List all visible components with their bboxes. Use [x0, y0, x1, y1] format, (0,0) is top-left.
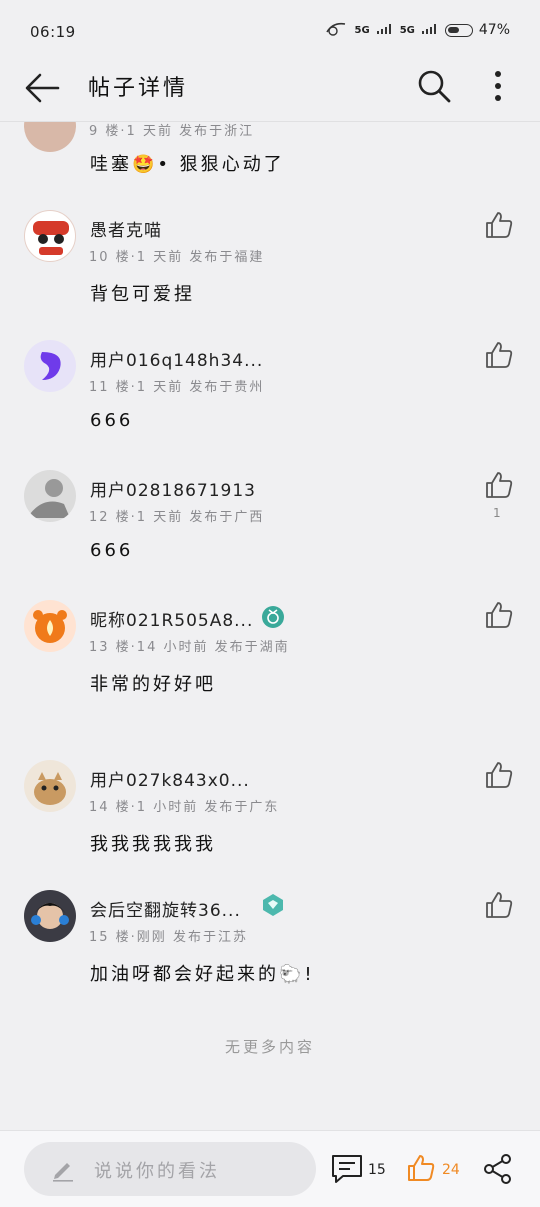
comment-meta: 14 楼·1 小时前 发布于广东 — [89, 800, 280, 815]
username[interactable]: 用户02818671913 — [90, 476, 256, 501]
like-count: 1 — [493, 506, 501, 520]
avatar[interactable] — [24, 760, 76, 812]
comment-item: 用户016q148h34... 11 楼·1 天前 发布于贵州 666 — [0, 338, 540, 448]
comment-text: 666 — [90, 540, 134, 561]
back-arrow-icon[interactable] — [24, 70, 60, 106]
network-type-1: 5G — [354, 24, 370, 36]
bottom-action-bar: 说说你的看法 15 24 — [0, 1130, 540, 1207]
signal-bars-icon-2 — [421, 21, 439, 39]
network-type-2: 5G — [399, 24, 415, 36]
signal-bars-icon — [376, 21, 394, 39]
page-title: 帖子详情 — [88, 76, 189, 101]
comment-list[interactable]: 9 楼·1 天前 发布于浙江 哇塞🤩• 狠狠心动了 愚者克喵 10 楼·1 天前… — [0, 122, 540, 1130]
avatar[interactable] — [24, 122, 76, 152]
diamond-badge-icon — [261, 893, 285, 917]
avatar[interactable] — [24, 470, 76, 522]
no-more-content: 无更多内容 — [224, 1038, 315, 1056]
more-options-icon[interactable] — [484, 68, 512, 104]
thumbs-up-icon[interactable] — [484, 340, 514, 370]
thumbs-up-icon[interactable] — [484, 890, 514, 920]
comment-meta: 13 楼·14 小时前 发布于湖南 — [89, 640, 290, 655]
thumbs-up-icon[interactable] — [484, 210, 514, 240]
battery-percent: 47% — [478, 22, 510, 38]
comment-item: 9 楼·1 天前 发布于浙江 哇塞🤩• 狠狠心动了 — [0, 122, 540, 182]
thumbs-up-icon[interactable] — [484, 760, 514, 790]
status-icons: 5G 5G 47% — [325, 20, 510, 40]
share-icon[interactable] — [482, 1153, 514, 1189]
comment-item: 昵称021R505A8... 13 楼·14 小时前 发布于湖南 非常的好好吧 — [0, 598, 540, 708]
thumbs-up-icon[interactable] — [484, 470, 514, 500]
avatar[interactable] — [24, 890, 76, 942]
avatar[interactable] — [24, 210, 76, 262]
header-bar: 帖子详情 — [0, 60, 540, 122]
medal-badge-icon — [261, 605, 285, 629]
comment-text: 加油呀都会好起来的🐑! — [90, 964, 315, 985]
post-like-icon[interactable] — [406, 1153, 436, 1187]
comment-text: 哇塞🤩• 狠狠心动了 — [90, 154, 285, 175]
search-icon[interactable] — [416, 68, 452, 104]
comment-text: 背包可爱捏 — [90, 284, 195, 305]
avatar[interactable] — [24, 340, 76, 392]
battery-icon — [444, 23, 473, 37]
username[interactable]: 会后空翻旋转36... — [90, 896, 241, 921]
thumbs-up-icon[interactable] — [484, 600, 514, 630]
username[interactable]: 愚者克喵 — [90, 216, 162, 241]
status-time: 06:19 — [30, 23, 76, 41]
comment-icon[interactable] — [330, 1153, 364, 1189]
pencil-icon — [50, 1156, 76, 1182]
comment-text: 666 — [90, 410, 134, 431]
comment-count: 15 — [368, 1162, 386, 1178]
comment-meta: 12 楼·1 天前 发布于广西 — [89, 510, 265, 525]
comment-meta: 10 楼·1 天前 发布于福建 — [89, 250, 265, 265]
username[interactable]: 用户027k843x0... — [90, 766, 250, 791]
comment-text: 非常的好好吧 — [90, 674, 216, 695]
status-bar: 06:19 5G 5G 47% — [0, 0, 540, 60]
comment-meta: 11 楼·1 天前 发布于贵州 — [89, 380, 265, 395]
avatar[interactable] — [24, 600, 76, 652]
username[interactable]: 昵称021R505A8... — [90, 606, 253, 631]
comment-input[interactable]: 说说你的看法 — [24, 1142, 316, 1196]
username[interactable]: 用户016q148h34... — [90, 346, 263, 371]
comment-input-placeholder: 说说你的看法 — [94, 1161, 220, 1182]
signal-icon — [325, 20, 349, 40]
comment-item: 用户027k843x0... 14 楼·1 小时前 发布于广东 我我我我我我 — [0, 758, 540, 868]
post-like-count: 24 — [442, 1162, 460, 1178]
comment-text: 我我我我我我 — [90, 834, 216, 855]
comment-item: 会后空翻旋转36... 15 楼·刚刚 发布于江苏 加油呀都会好起来的🐑! — [0, 888, 540, 998]
comment-item: 用户02818671913 12 楼·1 天前 发布于广西 666 1 — [0, 468, 540, 578]
comment-item: 愚者克喵 10 楼·1 天前 发布于福建 背包可爱捏 — [0, 208, 540, 318]
comment-meta: 15 楼·刚刚 发布于江苏 — [89, 930, 248, 945]
comment-meta: 9 楼·1 天前 发布于浙江 — [89, 124, 255, 139]
